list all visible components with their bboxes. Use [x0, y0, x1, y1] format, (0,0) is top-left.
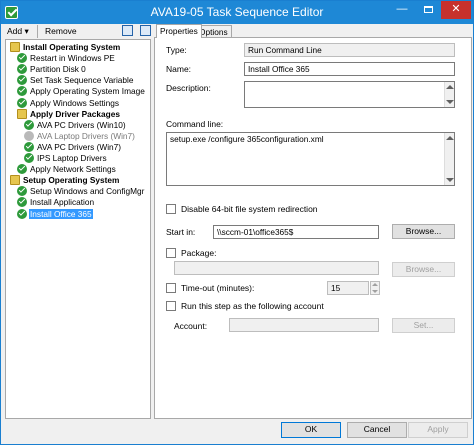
package-checkbox[interactable]	[166, 248, 176, 258]
type-field: Run Command Line	[244, 43, 455, 57]
timeout-stepper[interactable]	[370, 281, 380, 295]
timeout-checkbox[interactable]	[166, 283, 176, 293]
tree-item-label: AVA PC Drivers (Win10)	[37, 119, 126, 130]
command-line-label: Command line:	[166, 119, 224, 129]
package-browse-button[interactable]: Browse...	[392, 262, 455, 277]
run-as-checkbox[interactable]	[166, 301, 176, 311]
folder-icon	[17, 108, 27, 119]
maximize-icon	[423, 6, 433, 13]
checkmark-icon	[17, 64, 27, 75]
tree-item-label: Set Task Sequence Variable	[30, 75, 134, 86]
task-sequence-tree[interactable]: Install Operating System Restart in Windo…	[5, 39, 151, 419]
tab-properties[interactable]: Properties	[156, 24, 202, 38]
close-button[interactable]: ✕	[441, 1, 471, 19]
add-label: Add	[7, 26, 23, 36]
scroll-down-icon[interactable]	[446, 178, 454, 182]
command-line-input[interactable]: setup.exe /configure 365configuration.xm…	[166, 132, 455, 186]
tree-item-label: AVA PC Drivers (Win7)	[37, 141, 122, 152]
checkmark-icon	[17, 97, 27, 108]
scroll-down-icon[interactable]	[446, 100, 454, 104]
scroll-up-icon[interactable]	[446, 136, 454, 140]
command-line-text: setup.exe /configure 365configuration.xm…	[170, 134, 324, 144]
minimize-button[interactable]: —	[389, 1, 415, 19]
tree-toolbar: Add ▾ Remove	[5, 25, 155, 39]
checkmark-icon	[17, 53, 27, 64]
tree-item-label: Apply Driver Packages	[30, 108, 120, 119]
set-account-button[interactable]: Set...	[392, 318, 455, 333]
package-label: Package:	[181, 248, 217, 258]
disable-redirect-label: Disable 64-bit file system redirection	[181, 204, 318, 214]
checkmark-icon	[17, 197, 27, 208]
apply-button[interactable]: Apply	[408, 422, 468, 438]
package-input[interactable]	[174, 261, 379, 275]
tab-strip: Properties Options	[154, 24, 474, 38]
title-bar[interactable]: AVA19-05 Task Sequence Editor — ✕	[1, 1, 473, 24]
tree-item-label: Install Office 365	[29, 208, 93, 219]
checkmark-icon	[17, 164, 27, 175]
type-label: Type:	[166, 45, 187, 55]
disable-redirect-checkbox[interactable]	[166, 204, 176, 214]
timeout-input[interactable]: 15	[327, 281, 369, 295]
account-input[interactable]	[229, 318, 379, 332]
start-in-label: Start in:	[166, 227, 196, 237]
checkmark-icon	[24, 141, 34, 152]
tree-item-label: Apply Operating System Image	[30, 86, 145, 97]
folder-icon	[10, 175, 20, 186]
ok-button[interactable]: OK	[281, 422, 341, 438]
scroll-up-icon[interactable]	[446, 85, 454, 89]
command-line-scrollbar[interactable]	[444, 133, 454, 185]
tree-item-label: Setup Windows and ConfigMgr	[30, 186, 145, 197]
checkmark-icon	[17, 75, 27, 86]
move-up-icon[interactable]	[122, 25, 133, 36]
tree-item-label: Apply Network Settings	[30, 164, 116, 175]
timeout-label: Time-out (minutes):	[181, 283, 255, 293]
chevron-down-icon: ▾	[24, 26, 29, 36]
properties-panel: Type: Run Command Line Name: Install Off…	[154, 37, 472, 419]
description-label: Description:	[166, 83, 211, 93]
checkmark-icon	[24, 153, 34, 163]
cancel-button[interactable]: Cancel	[347, 422, 407, 438]
disabled-step-icon	[24, 130, 34, 141]
maximize-button[interactable]	[415, 1, 441, 19]
toolbar-divider	[37, 25, 38, 38]
task-sequence-editor-window: AVA19-05 Task Sequence Editor — ✕ Add ▾ …	[0, 0, 474, 445]
description-input[interactable]	[244, 81, 455, 108]
description-scrollbar[interactable]	[444, 82, 454, 107]
account-label: Account:	[174, 321, 208, 331]
name-label: Name:	[166, 64, 192, 74]
remove-button[interactable]: Remove	[45, 26, 77, 36]
tree-item-label: Setup Operating System	[23, 175, 120, 186]
tree-item-label: IPS Laptop Drivers	[37, 153, 107, 163]
checkmark-icon	[17, 208, 27, 219]
add-menu-button[interactable]: Add ▾	[7, 26, 29, 37]
tree-item-label: AVA Laptop Drivers (Win7)	[37, 130, 135, 141]
tree-item-label: Install Operating System	[23, 42, 121, 52]
start-in-input[interactable]: \\sccm-01\office365$	[213, 225, 379, 239]
checkmark-icon	[17, 186, 27, 197]
tree-item-label: Partition Disk 0	[30, 64, 86, 75]
tree-item-label: Restart in Windows PE	[30, 53, 115, 64]
checkmark-icon	[24, 119, 34, 130]
checkmark-icon	[17, 86, 27, 97]
start-in-browse-button[interactable]: Browse...	[392, 224, 455, 239]
tree-item-label: Apply Windows Settings	[30, 97, 120, 108]
move-down-icon[interactable]	[140, 25, 151, 36]
folder-icon	[10, 42, 20, 52]
tree-item-label: Install Application	[30, 197, 95, 208]
name-input[interactable]: Install Office 365	[244, 62, 455, 76]
run-as-label: Run this step as the following account	[181, 301, 324, 311]
